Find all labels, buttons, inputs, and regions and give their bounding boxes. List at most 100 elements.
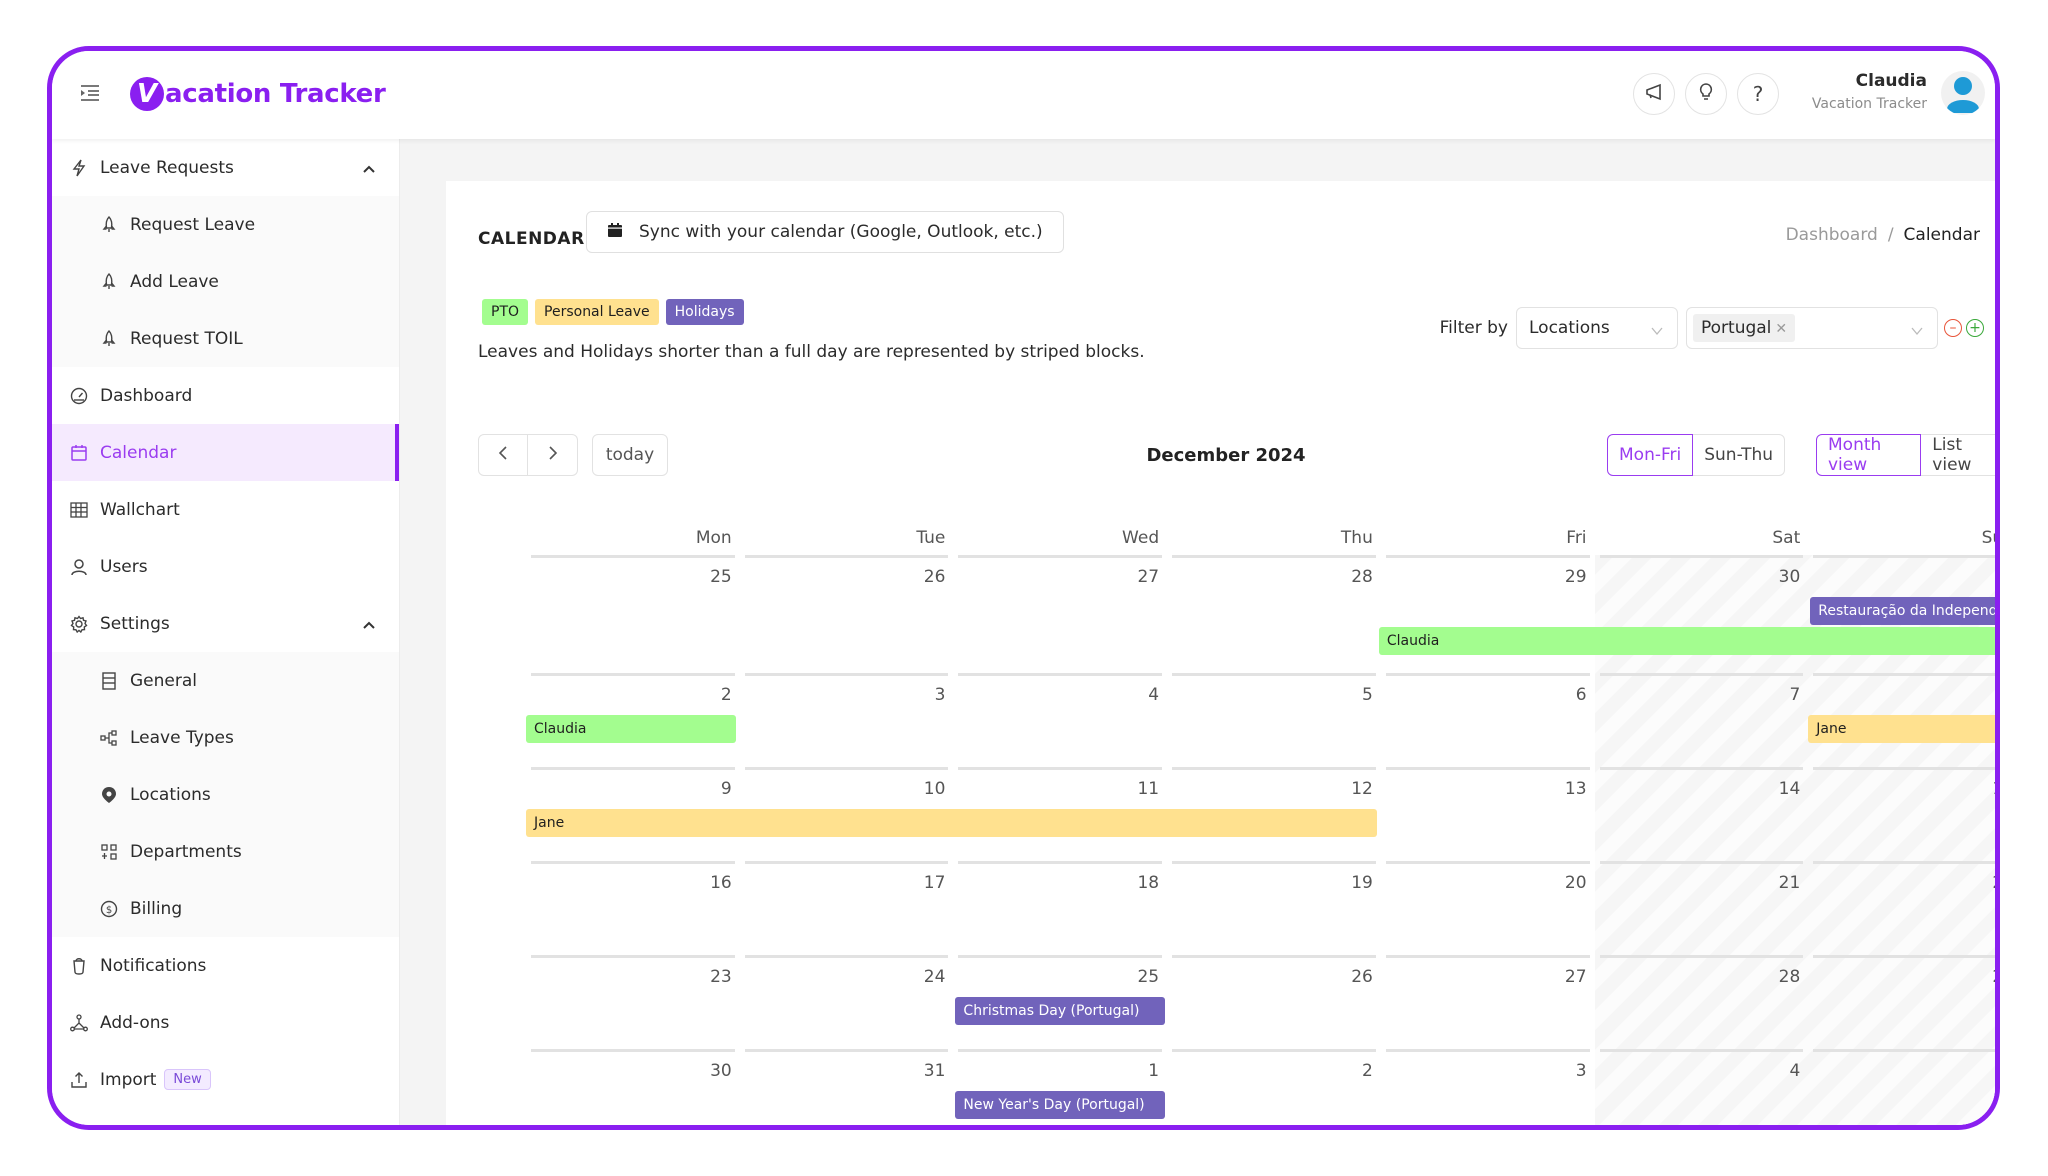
day-number[interactable]: 2: [721, 685, 732, 705]
day-cell[interactable]: 26: [740, 555, 954, 673]
tips-button[interactable]: [1685, 73, 1727, 115]
sidebar-item-locations[interactable]: Locations: [52, 766, 399, 823]
day-cell[interactable]: 21: [1595, 861, 1809, 955]
filter-type-select[interactable]: Locations: [1516, 307, 1678, 349]
calendar-event-holiday[interactable]: Christmas Day (Portugal): [955, 997, 1166, 1025]
day-number[interactable]: 26: [924, 567, 946, 587]
day-number[interactable]: 28: [1779, 967, 1801, 987]
day-number[interactable]: 4: [1789, 1061, 1800, 1081]
day-cell[interactable]: 29: [1381, 555, 1595, 673]
day-cell[interactable]: 2: [1167, 1049, 1381, 1125]
sync-calendar-button[interactable]: Sync with your calendar (Google, Outlook…: [586, 211, 1064, 253]
sidebar-item-notifications[interactable]: Notifications: [52, 937, 399, 994]
day-cell[interactable]: 31: [740, 1049, 954, 1125]
sidebar-item-import[interactable]: Import New: [52, 1051, 399, 1108]
avatar[interactable]: [1941, 71, 1985, 115]
day-number[interactable]: 11: [1137, 779, 1159, 799]
day-cell[interactable]: 29: [1808, 955, 1995, 1049]
day-cell[interactable]: 6: [1381, 673, 1595, 767]
day-number[interactable]: 21: [1779, 873, 1801, 893]
day-number[interactable]: 26: [1351, 967, 1373, 987]
remove-filter-icon[interactable]: –: [1944, 319, 1962, 337]
day-number[interactable]: 19: [1351, 873, 1373, 893]
day-cell[interactable]: 4: [953, 673, 1167, 767]
day-number[interactable]: 15: [1992, 779, 1995, 799]
day-cell[interactable]: 16: [526, 861, 740, 955]
day-number[interactable]: 18: [1137, 873, 1159, 893]
app-logo[interactable]: V acation Tracker: [130, 71, 386, 117]
day-number[interactable]: 25: [710, 567, 732, 587]
day-cell[interactable]: 13: [1381, 767, 1595, 861]
day-number[interactable]: 29: [1565, 567, 1587, 587]
day-number[interactable]: 13: [1565, 779, 1587, 799]
day-number[interactable]: 17: [924, 873, 946, 893]
day-cell[interactable]: 4: [1595, 1049, 1809, 1125]
day-number[interactable]: 29: [1992, 967, 1995, 987]
day-cell[interactable]: 5: [1808, 1049, 1995, 1125]
day-cell[interactable]: 14: [1595, 767, 1809, 861]
day-number[interactable]: 6: [1576, 685, 1587, 705]
calendar-event-personal[interactable]: Jane: [526, 809, 1377, 837]
day-cell[interactable]: 27: [953, 555, 1167, 673]
day-cell[interactable]: 23: [526, 955, 740, 1049]
day-cell[interactable]: 28: [1167, 555, 1381, 673]
breadcrumb-dashboard[interactable]: Dashboard: [1786, 225, 1878, 245]
day-cell[interactable]: 20: [1381, 861, 1595, 955]
day-number[interactable]: 14: [1779, 779, 1801, 799]
day-number[interactable]: 23: [710, 967, 732, 987]
menu-collapse-icon[interactable]: [78, 81, 102, 105]
day-number[interactable]: 16: [710, 873, 732, 893]
sidebar-item-general[interactable]: General: [52, 652, 399, 709]
day-number[interactable]: 30: [710, 1061, 732, 1081]
add-filter-icon[interactable]: +: [1966, 319, 1984, 337]
sidebar-item-dashboard[interactable]: Dashboard: [52, 367, 399, 424]
calendar-event-pto[interactable]: Claudia: [1378, 627, 1995, 655]
sidebar-item-departments[interactable]: Departments: [52, 823, 399, 880]
sidebar-item-leave-types[interactable]: Leave Types: [52, 709, 399, 766]
day-number[interactable]: 31: [924, 1061, 946, 1081]
day-cell[interactable]: 18: [953, 861, 1167, 955]
day-cell[interactable]: 19: [1167, 861, 1381, 955]
day-cell[interactable]: 15: [1808, 767, 1995, 861]
day-number[interactable]: 5: [1362, 685, 1373, 705]
day-number[interactable]: 12: [1351, 779, 1373, 799]
sidebar-item-leave-requests[interactable]: Leave Requests: [52, 139, 399, 196]
day-number[interactable]: 1: [1148, 1061, 1159, 1081]
day-number[interactable]: 27: [1137, 567, 1159, 587]
sidebar-item-settings[interactable]: Settings: [52, 595, 399, 652]
sun-thu-button[interactable]: Sun-Thu: [1693, 434, 1786, 476]
chevron-up-icon[interactable]: [363, 159, 375, 179]
day-number[interactable]: 25: [1137, 967, 1159, 987]
day-number[interactable]: 2: [1362, 1061, 1373, 1081]
calendar-event-holiday[interactable]: New Year's Day (Portugal): [955, 1091, 1166, 1119]
day-cell[interactable]: 24: [740, 955, 954, 1049]
day-number[interactable]: 3: [1576, 1061, 1587, 1081]
calendar-event-holiday[interactable]: Restauração da Independência: [1810, 597, 1995, 625]
mon-fri-button[interactable]: Mon-Fri: [1607, 434, 1694, 476]
sidebar-item-add-ons[interactable]: Add-ons: [52, 994, 399, 1051]
day-number[interactable]: 3: [935, 685, 946, 705]
day-number[interactable]: 4: [1148, 685, 1159, 705]
day-number[interactable]: 22: [1992, 873, 1995, 893]
day-number[interactable]: 10: [924, 779, 946, 799]
calendar-event-personal[interactable]: Jane: [1808, 715, 1995, 743]
day-number[interactable]: 9: [721, 779, 732, 799]
day-cell[interactable]: 3: [1381, 1049, 1595, 1125]
day-number[interactable]: 24: [924, 967, 946, 987]
day-cell[interactable]: 7: [1595, 673, 1809, 767]
sidebar-item-wallchart[interactable]: Wallchart: [52, 481, 399, 538]
month-view-button[interactable]: Month view: [1816, 434, 1922, 476]
day-number[interactable]: 27: [1565, 967, 1587, 987]
day-cell[interactable]: 3: [740, 673, 954, 767]
day-cell[interactable]: 28: [1595, 955, 1809, 1049]
sidebar-item-add-leave[interactable]: Add Leave: [52, 253, 399, 310]
sidebar-item-request-leave[interactable]: Request Leave: [52, 196, 399, 253]
day-number[interactable]: 30: [1779, 567, 1801, 587]
sidebar-item-billing[interactable]: $ Billing: [52, 880, 399, 937]
sidebar-item-calendar[interactable]: Calendar: [52, 424, 399, 481]
day-cell[interactable]: 25: [526, 555, 740, 673]
announcement-button[interactable]: [1633, 73, 1675, 115]
day-cell[interactable]: 30: [1595, 555, 1809, 673]
list-view-button[interactable]: List view: [1921, 434, 1995, 476]
day-cell[interactable]: 27: [1381, 955, 1595, 1049]
